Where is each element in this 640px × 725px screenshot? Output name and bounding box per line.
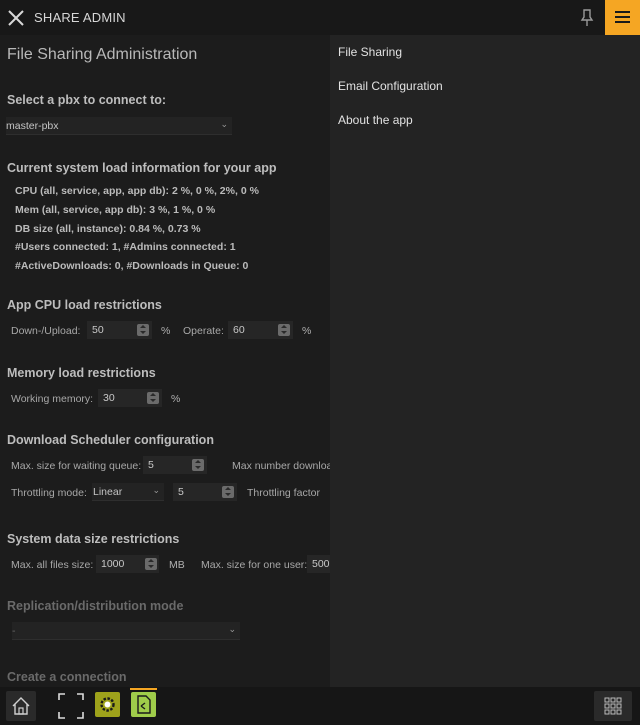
chevron-down-icon: ⌄ xyxy=(152,485,160,495)
grid-icon xyxy=(604,697,622,715)
down-upload-value: 50 xyxy=(92,324,104,336)
max-queue-label: Max. size for waiting queue: xyxy=(11,460,142,472)
memory-restrictions-heading: Memory load restrictions xyxy=(7,366,156,380)
operate-label: Operate: xyxy=(183,325,224,337)
down-upload-unit: % xyxy=(161,325,171,337)
cpu-load-line: CPU (all, service, app, app db): 2 %, 0 … xyxy=(15,185,259,197)
main-panel: File Sharing Administration Select a pbx… xyxy=(0,35,330,687)
max-user-size-value: 500 xyxy=(312,558,330,570)
scheduler-heading: Download Scheduler configuration xyxy=(7,433,214,447)
operate-value: 60 xyxy=(233,324,245,336)
title-bar: SHARE ADMIN xyxy=(0,0,640,35)
page-title: File Sharing Administration xyxy=(7,46,198,63)
max-queue-stepper[interactable] xyxy=(192,459,204,471)
replication-heading: Replication/distribution mode xyxy=(7,599,184,613)
cpu-restrictions-heading: App CPU load restrictions xyxy=(7,298,162,312)
system-load-heading: Current system load information for your… xyxy=(7,161,277,175)
throttling-mode-select[interactable]: Linear ⌄ xyxy=(92,483,164,501)
connection-heading: Create a connection xyxy=(7,670,127,684)
replication-value: - xyxy=(12,625,16,637)
app-grid-button[interactable] xyxy=(594,691,632,721)
mem-load-line: Mem (all, service, app db): 3 %, 1 %, 0 … xyxy=(15,204,216,216)
throttling-mode-label: Throttling mode: xyxy=(11,487,87,499)
replication-select[interactable]: - ⌄ xyxy=(12,622,240,640)
pbx-select[interactable]: master-pbx ⌄ xyxy=(6,117,232,135)
throttling-mode-value: Linear xyxy=(93,486,123,498)
hamburger-menu-icon xyxy=(615,11,630,13)
max-queue-value: 5 xyxy=(148,459,154,471)
taskbar xyxy=(0,687,640,725)
max-all-files-unit: MB xyxy=(169,559,185,571)
pin-button[interactable] xyxy=(579,9,595,27)
working-memory-value: 30 xyxy=(103,392,115,404)
pin-icon xyxy=(580,9,594,26)
downloads-line: #ActiveDownloads: 0, #Downloads in Queue… xyxy=(15,260,249,272)
users-connected-line: #Users connected: 1, #Admins connected: … xyxy=(15,241,236,253)
throttling-stepper[interactable] xyxy=(222,486,234,498)
max-all-files-stepper[interactable] xyxy=(145,558,157,570)
active-app-indicator xyxy=(130,688,157,690)
data-size-heading: System data size restrictions xyxy=(7,532,180,546)
throttling-value: 5 xyxy=(178,486,184,498)
share-app-button[interactable] xyxy=(131,692,156,717)
menu-item-email-configuration[interactable]: Email Configuration xyxy=(338,79,443,93)
throttling-factor-label: Throttling factor xyxy=(247,487,320,499)
home-icon xyxy=(12,697,30,715)
working-memory-stepper[interactable] xyxy=(147,392,159,404)
gear-app-icon xyxy=(100,697,115,712)
max-user-size-input[interactable]: 500 xyxy=(307,555,330,573)
menu-item-about-the-app[interactable]: About the app xyxy=(338,113,413,127)
down-upload-label: Down-/Upload: xyxy=(11,325,81,337)
max-downloads-label: Max number downloa xyxy=(232,460,330,472)
operate-unit: % xyxy=(302,325,312,337)
operate-stepper[interactable] xyxy=(278,324,290,336)
working-memory-unit: % xyxy=(171,393,181,405)
expand-icon xyxy=(58,693,84,719)
share-app-icon xyxy=(137,695,151,714)
max-all-files-label: Max. all files size: xyxy=(11,559,94,571)
hamburger-line xyxy=(615,21,630,23)
max-all-files-value: 1000 xyxy=(101,558,125,570)
home-button[interactable] xyxy=(6,691,36,721)
close-icon xyxy=(8,10,24,26)
db-size-line: DB size (all, instance): 0.84 %, 0.73 % xyxy=(15,223,201,235)
chevron-down-icon: ⌄ xyxy=(220,119,228,129)
settings-app-button[interactable] xyxy=(95,692,120,717)
fullscreen-button[interactable] xyxy=(56,691,86,721)
side-menu: File Sharing Email Configuration About t… xyxy=(330,35,640,687)
max-user-size-label: Max. size for one user: xyxy=(201,559,308,571)
hamburger-line xyxy=(615,16,630,18)
pbx-select-value: master-pbx xyxy=(6,120,59,132)
app-title: SHARE ADMIN xyxy=(34,10,126,25)
down-upload-stepper[interactable] xyxy=(137,324,149,336)
chevron-down-icon: ⌄ xyxy=(228,624,236,634)
working-memory-label: Working memory: xyxy=(11,393,94,405)
hamburger-menu-button[interactable] xyxy=(605,0,640,35)
pbx-select-label: Select a pbx to connect to: xyxy=(7,93,167,107)
menu-item-file-sharing[interactable]: File Sharing xyxy=(338,45,402,59)
close-button[interactable] xyxy=(6,8,26,28)
